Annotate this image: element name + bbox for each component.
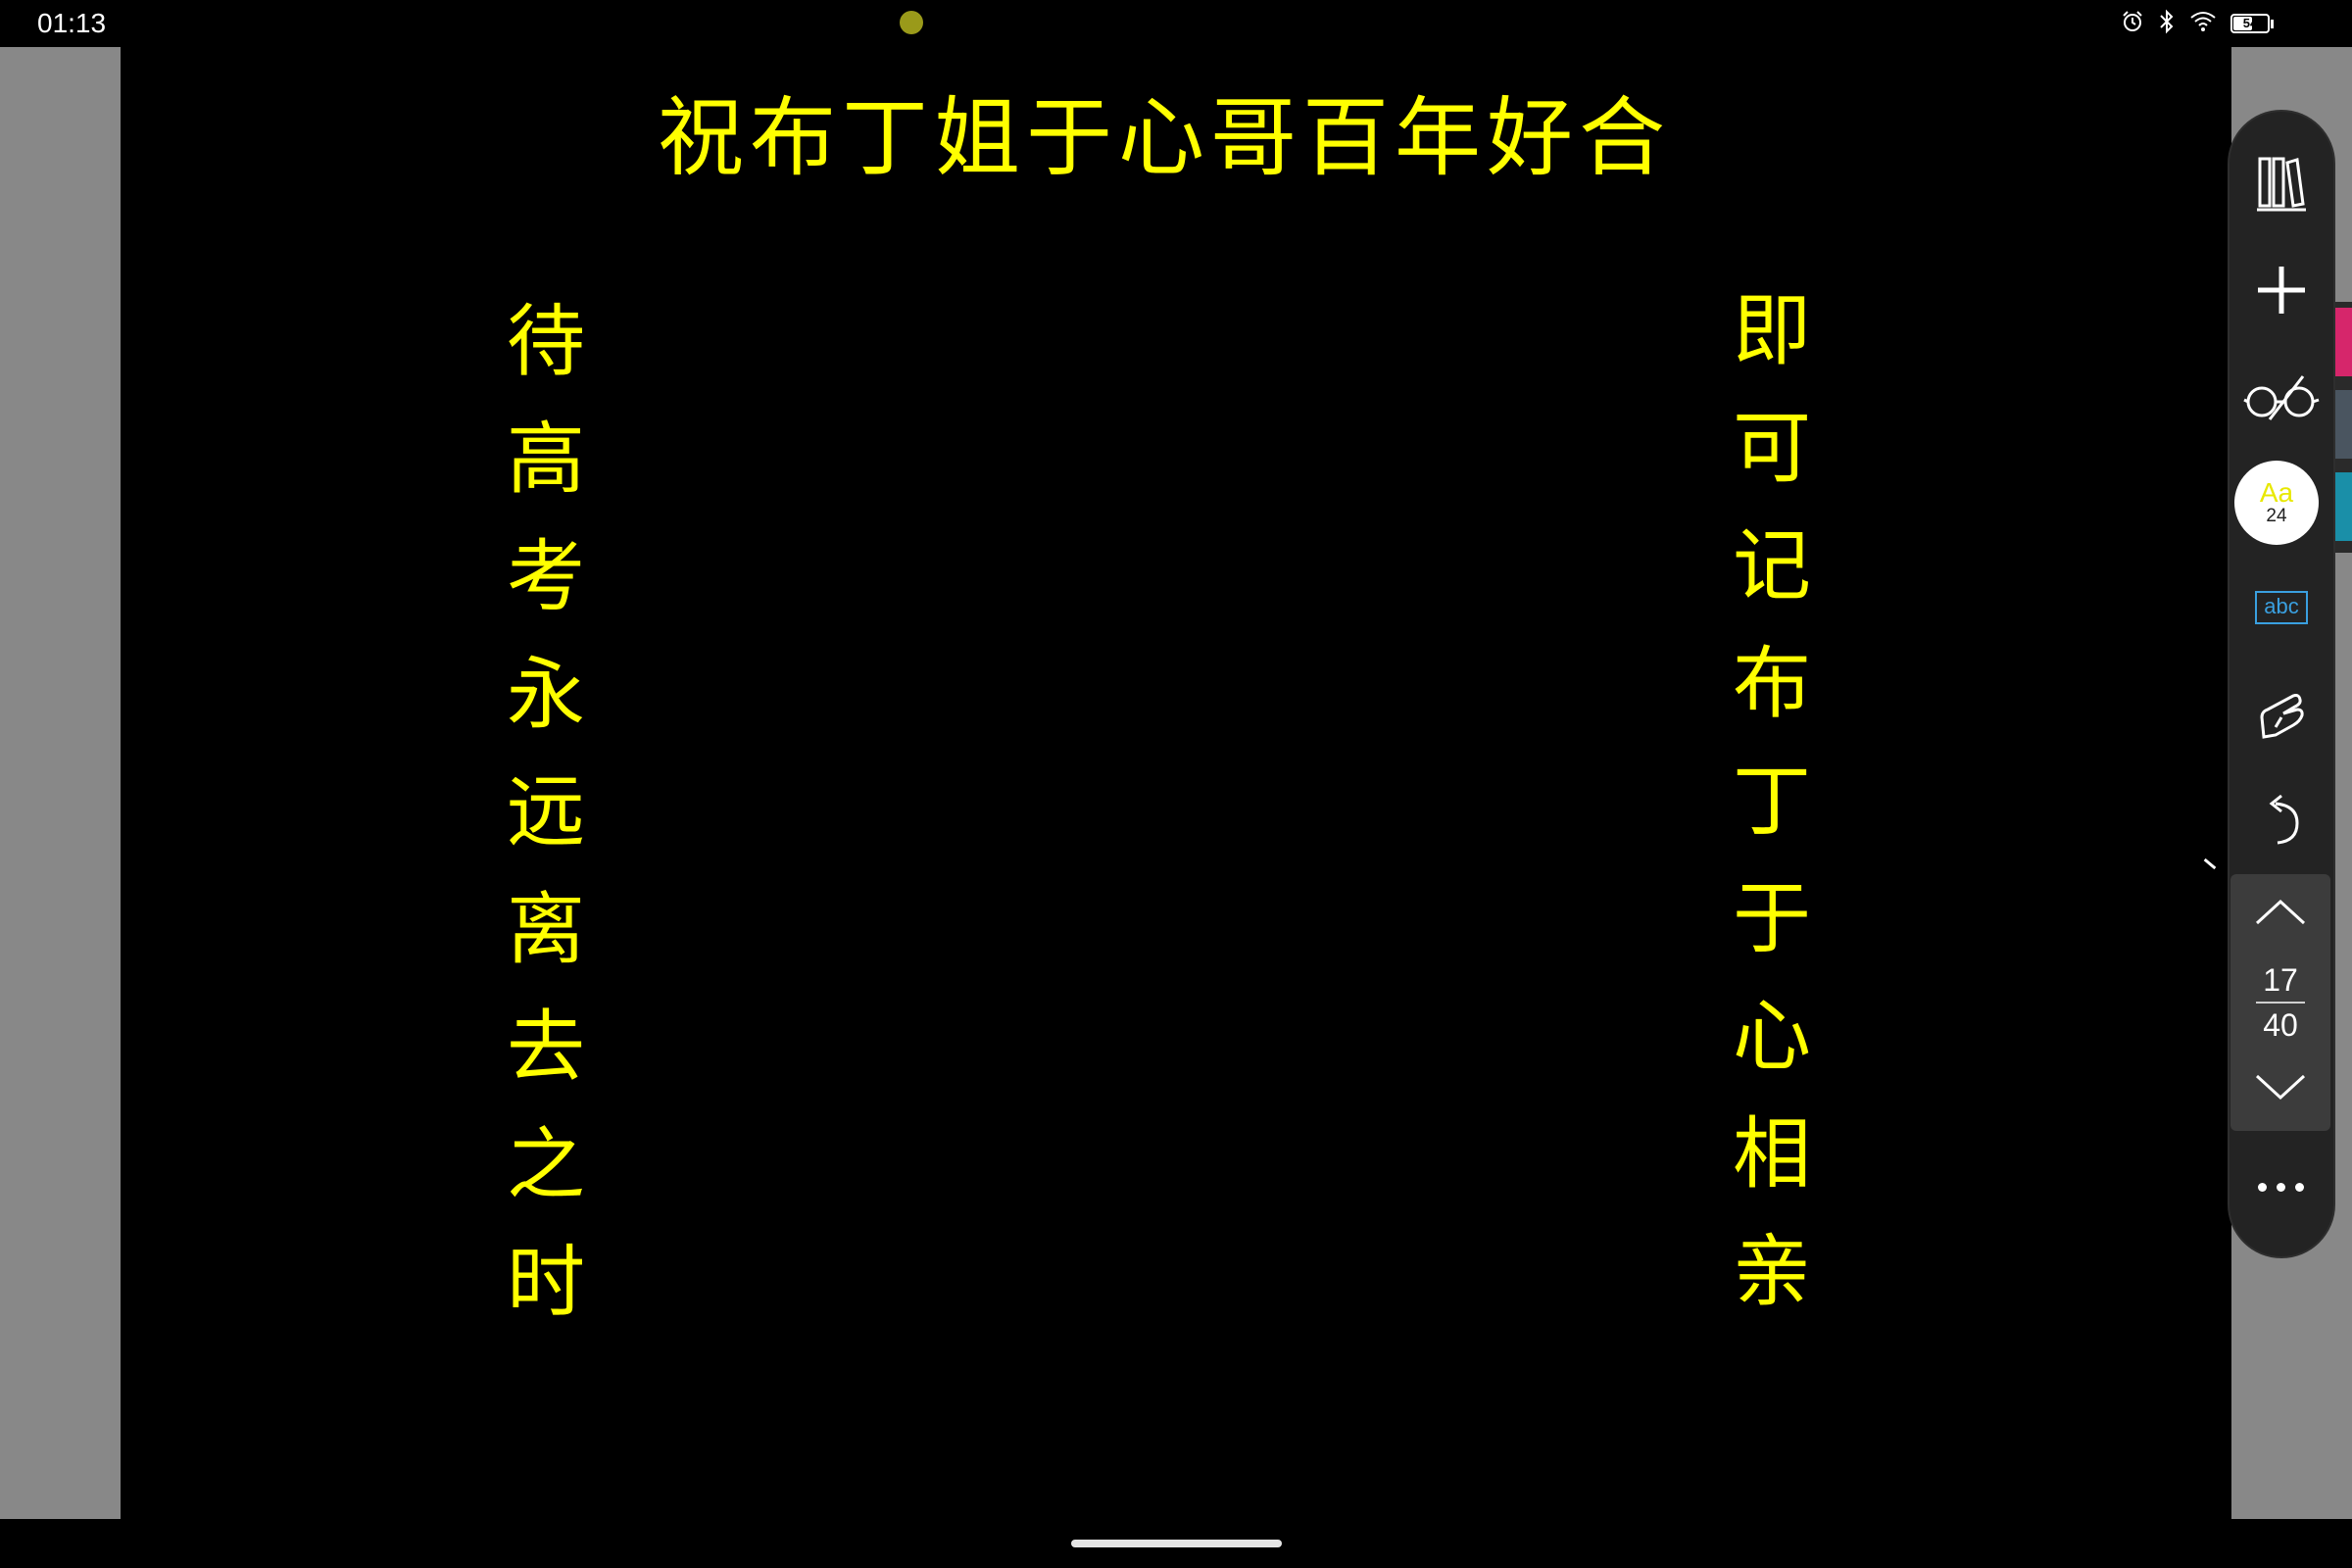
bookshelf-button[interactable] <box>2240 141 2323 223</box>
chevron-down-icon <box>2253 1072 2308 1107</box>
alarm-icon <box>2121 10 2144 37</box>
text-recognition-button[interactable]: abc <box>2240 566 2323 649</box>
left-couplet-char: 远 <box>507 766 585 858</box>
status-time: 01:13 <box>37 8 107 38</box>
right-couplet-char: 于 <box>1733 873 1811 964</box>
undo-icon <box>2258 794 2305 849</box>
status-icons: 54 <box>2121 9 2274 38</box>
right-couplet-char: 即 <box>1733 285 1811 376</box>
bluetooth-icon <box>2158 9 2176 38</box>
font-label: Aa <box>2259 477 2294 508</box>
status-bar: 01:13 54 <box>0 0 2352 47</box>
front-camera <box>900 11 923 34</box>
text-recognition-icon: abc <box>2255 591 2308 624</box>
left-couplet-char: 高 <box>507 414 585 505</box>
right-couplet-char: 相 <box>1733 1108 1811 1200</box>
left-couplet-char: 待 <box>507 296 585 387</box>
right-couplet-char: 心 <box>1733 991 1811 1082</box>
battery-icon: 54 <box>2230 14 2274 33</box>
reading-mode-button[interactable] <box>2240 357 2323 439</box>
more-options-button[interactable] <box>2230 1152 2330 1221</box>
stray-mark <box>2203 858 2217 870</box>
right-couplet-char: 记 <box>1733 520 1811 612</box>
touch-gesture-icon <box>2254 688 2309 743</box>
add-icon <box>2254 263 2309 318</box>
left-couplet-char: 考 <box>507 531 585 622</box>
undo-button[interactable] <box>2240 780 2323 862</box>
total-pages: 40 <box>2263 1007 2298 1043</box>
page-divider <box>2256 1002 2305 1004</box>
page-navigator: 17 40 <box>2230 874 2330 1131</box>
add-button[interactable] <box>2240 249 2323 331</box>
reading-glasses-icon <box>2242 370 2321 425</box>
document-title: 祝布丁姐于心哥百年好合 <box>657 87 1671 188</box>
left-couplet-char: 离 <box>507 884 585 975</box>
left-couplet-char: 时 <box>507 1237 585 1328</box>
more-dots-icon <box>2257 1182 2267 1192</box>
previous-page-button[interactable] <box>2230 884 2330 943</box>
right-couplet-char: 可 <box>1733 403 1811 494</box>
left-couplet-char: 永 <box>507 649 585 740</box>
touch-gesture-button[interactable] <box>2240 674 2323 757</box>
left-gutter <box>0 47 121 1519</box>
chevron-up-icon <box>2253 896 2308 931</box>
tablet-screen: 01:13 54 祝布丁姐于心哥百年好合 待 高 考 永 远 离 去 之 时 即… <box>0 0 2352 1568</box>
left-couplet-char: 去 <box>507 1002 585 1093</box>
left-couplet: 待 高 考 永 远 离 去 之 时 <box>492 283 600 1342</box>
next-page-button[interactable] <box>2230 1060 2330 1119</box>
right-couplet-char: 布 <box>1733 638 1811 729</box>
battery-level: 54 <box>2242 16 2258 30</box>
right-couplet: 即 可 记 布 丁 于 心 相 亲 <box>1718 272 1826 1331</box>
left-couplet-char: 之 <box>507 1119 585 1210</box>
current-page: 17 <box>2263 962 2298 998</box>
right-couplet-char: 丁 <box>1733 756 1811 847</box>
home-gesture-handle[interactable] <box>1071 1540 1282 1547</box>
font-size-value: 24 <box>2266 506 2287 526</box>
right-couplet-char: 亲 <box>1733 1226 1811 1317</box>
wifi-icon <box>2189 10 2217 37</box>
font-settings-button[interactable]: Aa 24 <box>2234 461 2319 545</box>
document-page[interactable]: 祝布丁姐于心哥百年好合 待 高 考 永 远 离 去 之 时 即 可 记 布 丁 … <box>121 47 2231 1519</box>
bookshelf-icon <box>2254 151 2309 214</box>
